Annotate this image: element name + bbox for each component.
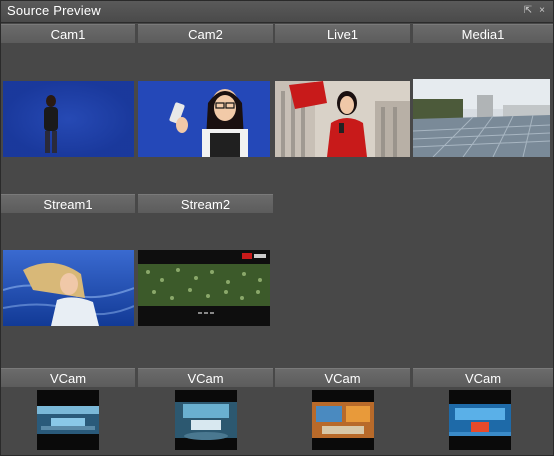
thumbnail-live1[interactable] xyxy=(275,81,410,157)
thumbnail-vcam-4[interactable] xyxy=(449,390,511,450)
pin-icon[interactable]: ⇱ xyxy=(523,6,533,16)
thumbnail-cam2[interactable] xyxy=(138,81,270,157)
source-label-live1[interactable]: Live1 xyxy=(275,24,410,43)
thumbnail-vcam-3[interactable] xyxy=(312,390,374,450)
source-label-cam1[interactable]: Cam1 xyxy=(1,24,135,43)
close-icon[interactable]: × xyxy=(537,6,547,16)
thumbnail-stream1[interactable] xyxy=(3,250,134,326)
panel-titlebar[interactable]: Source Preview ⇱ × xyxy=(1,1,553,23)
source-label-media1[interactable]: Media1 xyxy=(413,24,553,43)
source-preview-panel: Source Preview ⇱ × Cam1 Cam2 Live1 Media… xyxy=(0,0,554,456)
thumbnail-vcam-2[interactable] xyxy=(175,390,237,450)
thumbnail-stream2[interactable] xyxy=(138,250,270,326)
source-label-vcam-4[interactable]: VCam xyxy=(413,368,553,387)
source-label-stream2[interactable]: Stream2 xyxy=(138,194,273,213)
panel-title: Source Preview xyxy=(7,3,101,18)
source-label-cam2[interactable]: Cam2 xyxy=(138,24,273,43)
source-label-vcam-1[interactable]: VCam xyxy=(1,368,135,387)
source-label-vcam-2[interactable]: VCam xyxy=(138,368,273,387)
thumbnail-media1[interactable] xyxy=(413,79,550,157)
source-label-vcam-3[interactable]: VCam xyxy=(275,368,410,387)
source-label-stream1[interactable]: Stream1 xyxy=(1,194,135,213)
thumbnail-vcam-1[interactable] xyxy=(37,390,99,450)
thumbnail-cam1[interactable] xyxy=(3,81,134,157)
